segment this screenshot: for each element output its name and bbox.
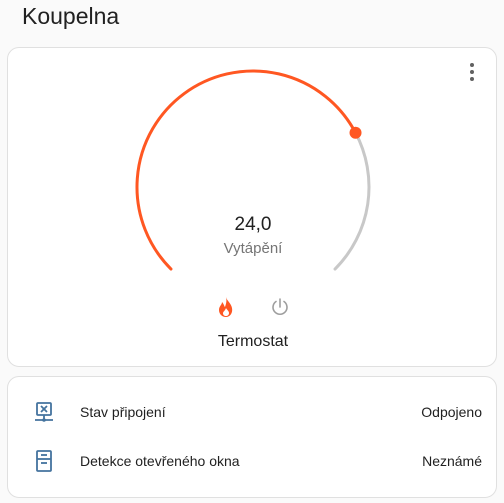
entity-row-label: Stav připojení [80,404,166,420]
mode-off-button[interactable] [266,293,294,321]
thermostat-card: 24,0 Vytápění Termostat [7,47,497,367]
entity-row-connection-state[interactable]: Stav připojení Odpojeno [8,392,498,432]
page-title: Koupelna [22,3,120,29]
window-icon [36,450,52,472]
thermostat-name: Termostat [217,333,289,350]
dial-target-handle[interactable] [349,126,362,139]
current-temperature: 24,0 [234,214,272,235]
entity-row-value: Neznámé [422,453,482,469]
entity-row-label: Detekce otevřeného okna [80,453,240,469]
network-off-icon [35,402,53,422]
hvac-action: Vytápění [223,240,283,257]
entity-row-window-detection[interactable]: Detekce otevřeného okna Neznámé [8,441,498,481]
entity-row-value: Odpojeno [421,404,482,420]
entities-card: Stav připojení Odpojeno Detekce otevřené… [7,376,497,498]
fire-icon [219,297,233,317]
mode-heat-button[interactable] [212,293,240,321]
power-icon [272,298,288,315]
